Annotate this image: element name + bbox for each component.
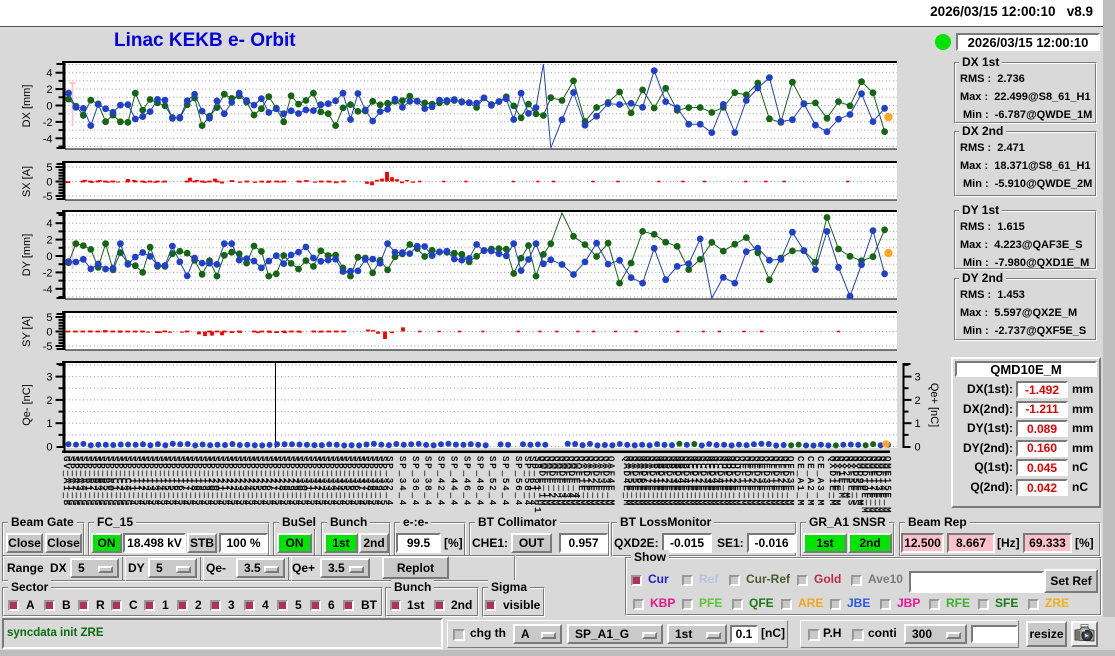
svg-text:CE_A3_M: CE_A3_M bbox=[815, 456, 825, 507]
svg-text:0: 0 bbox=[46, 101, 52, 113]
svg-text:4: 4 bbox=[46, 68, 52, 80]
svg-text:2: 2 bbox=[915, 395, 921, 407]
svg-text:-5: -5 bbox=[43, 341, 53, 353]
svg-text:1: 1 bbox=[46, 418, 52, 430]
svg-text:CE_A1_M: CE_A1_M bbox=[795, 456, 805, 507]
svg-text:SP_56_4: SP_56_4 bbox=[513, 456, 523, 507]
svg-text:0: 0 bbox=[46, 251, 52, 263]
svg-text:2: 2 bbox=[46, 235, 52, 247]
svg-text:SP_38_4: SP_38_4 bbox=[423, 456, 433, 507]
svg-text:4: 4 bbox=[46, 218, 52, 230]
svg-text:3: 3 bbox=[46, 372, 52, 384]
svg-text:SP_54_4: SP_54_4 bbox=[500, 456, 510, 507]
svg-text:SX [A]: SX [A] bbox=[21, 166, 33, 197]
svg-text:0: 0 bbox=[46, 327, 52, 339]
svg-text:SP_48_4: SP_48_4 bbox=[474, 456, 484, 507]
svg-text:SP_46_4: SP_46_4 bbox=[461, 456, 471, 507]
svg-text:3: 3 bbox=[915, 372, 921, 384]
svg-text:5: 5 bbox=[46, 312, 52, 324]
svg-text:2: 2 bbox=[46, 395, 52, 407]
svg-text:DY [mm]: DY [mm] bbox=[21, 234, 33, 277]
svg-text:Qe+ [nC]: Qe+ [nC] bbox=[928, 383, 940, 427]
svg-text:CE_A2_M: CE_A2_M bbox=[805, 456, 815, 507]
svg-text:-2: -2 bbox=[43, 267, 53, 279]
svg-text:2: 2 bbox=[46, 84, 52, 96]
svg-text:0: 0 bbox=[46, 177, 52, 189]
svg-text:-4: -4 bbox=[43, 284, 53, 296]
svg-text:0: 0 bbox=[915, 442, 921, 454]
svg-text:QFF3E_M: QFF3E_M bbox=[785, 456, 795, 507]
svg-text:DX [mm]: DX [mm] bbox=[21, 85, 33, 128]
svg-text:SP_42_4: SP_42_4 bbox=[436, 456, 446, 507]
svg-text:QME15E_M: QME15E_M bbox=[882, 456, 892, 514]
svg-text:SP_44_4: SP_44_4 bbox=[449, 456, 459, 507]
svg-text:0: 0 bbox=[46, 442, 52, 454]
svg-text:-5: -5 bbox=[43, 191, 53, 203]
svg-text:5: 5 bbox=[46, 162, 52, 174]
svg-text:1: 1 bbox=[915, 418, 921, 430]
svg-text:-2: -2 bbox=[43, 117, 53, 129]
svg-text:SP_36_4: SP_36_4 bbox=[410, 456, 420, 507]
svg-text:Qe- [nC]: Qe- [nC] bbox=[21, 384, 33, 426]
svg-text:SP_32_4: SP_32_4 bbox=[384, 456, 394, 507]
svg-text:QAF4E_M: QAF4E_M bbox=[605, 456, 615, 507]
svg-text:-4: -4 bbox=[43, 133, 53, 145]
svg-text:SY [A]: SY [A] bbox=[21, 316, 33, 347]
svg-text:SP_34_4: SP_34_4 bbox=[397, 456, 407, 507]
svg-text:SP_52_4: SP_52_4 bbox=[487, 456, 497, 507]
